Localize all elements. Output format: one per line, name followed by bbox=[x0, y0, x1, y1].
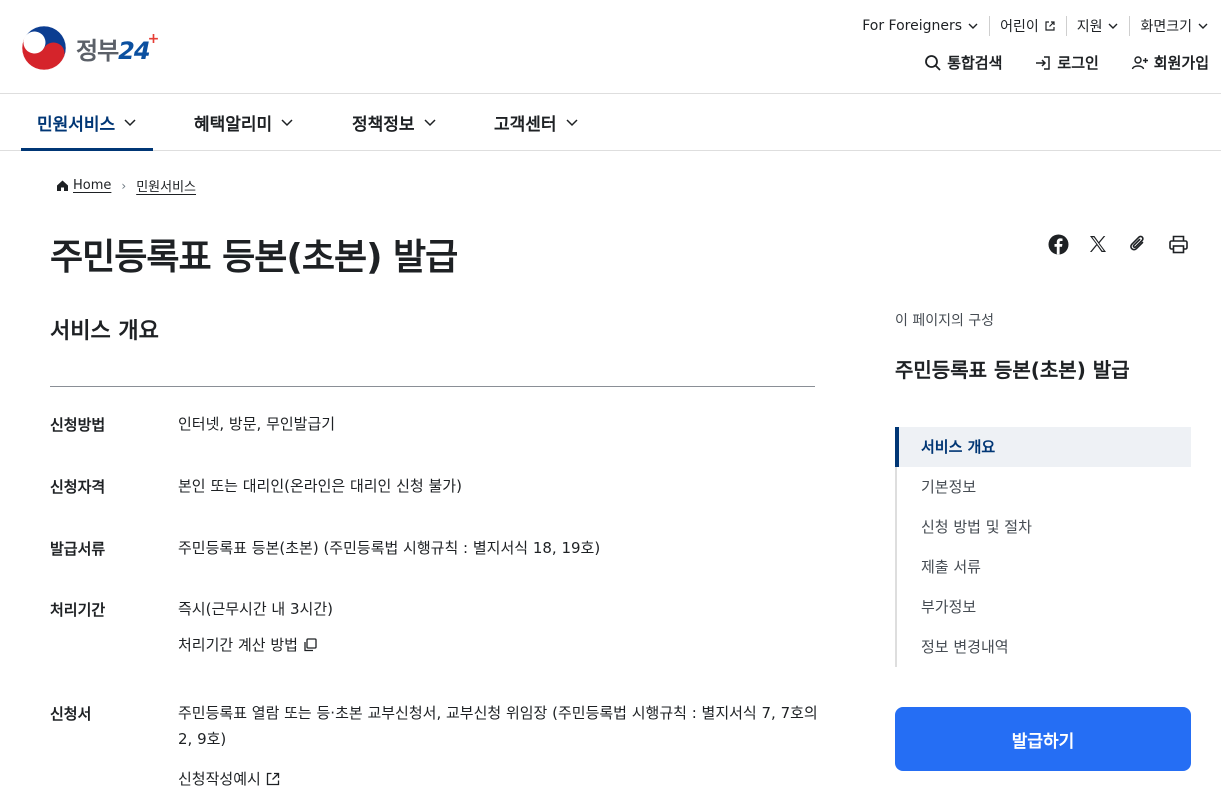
toc-item-documents[interactable]: 제출 서류 bbox=[897, 547, 1191, 587]
link-clip-icon bbox=[1130, 235, 1144, 251]
facebook-share-button[interactable] bbox=[1047, 233, 1069, 255]
info-label: 발급서류 bbox=[50, 540, 106, 558]
taegeuk-logo-icon bbox=[21, 25, 67, 71]
utility-links: For Foreigners 어린이 지원 화면크기 bbox=[852, 16, 1209, 36]
popup-window-icon bbox=[304, 638, 317, 652]
chevron-down-icon bbox=[124, 119, 136, 127]
login-button[interactable]: 로그인 bbox=[1034, 52, 1099, 73]
login-icon bbox=[1036, 55, 1051, 70]
issue-button[interactable]: 발급하기 bbox=[895, 707, 1191, 771]
x-icon bbox=[1090, 236, 1106, 252]
print-icon bbox=[1168, 235, 1188, 253]
gnb-benefit-alert[interactable]: 혜택알리미 bbox=[194, 94, 294, 150]
info-value: 인터넷, 방문, 무인발급기 bbox=[178, 415, 336, 433]
toc-item-change-history[interactable]: 정보 변경내역 bbox=[897, 627, 1191, 667]
service-overview-title: 서비스 개요 bbox=[50, 319, 159, 344]
integrated-search-button[interactable]: 통합검색 bbox=[924, 52, 1002, 73]
home-icon bbox=[57, 180, 68, 191]
toc-item-additional-info[interactable]: 부가정보 bbox=[897, 587, 1191, 627]
page-toc: 서비스 개요 기본정보 신청 방법 및 절차 제출 서류 부가정보 정보 변경내… bbox=[895, 427, 1191, 667]
info-label: 신청방법 bbox=[50, 416, 106, 434]
gnb-policy-info[interactable]: 정책정보 bbox=[352, 94, 437, 150]
copy-link-button[interactable] bbox=[1127, 233, 1149, 255]
info-label: 처리기간 bbox=[50, 601, 106, 619]
logo-text: 정부24+ bbox=[76, 30, 159, 65]
user-plus-icon bbox=[1131, 55, 1148, 69]
header-actions: 통합검색 로그인 회원가입 bbox=[892, 52, 1209, 73]
info-label: 신청자격 bbox=[50, 478, 106, 496]
toc-title: 주민등록표 등본(초본) 발급 bbox=[895, 358, 1130, 382]
toc-caption: 이 페이지의 구성 bbox=[895, 313, 995, 329]
info-value: 즉시(근무시간 내 3시간) bbox=[178, 600, 333, 618]
chevron-right-icon: › bbox=[121, 178, 127, 193]
kids-link[interactable]: 어린이 bbox=[989, 16, 1066, 36]
processing-period-calc-link[interactable]: 처리기간 계산 방법 bbox=[178, 632, 318, 658]
info-value: 본인 또는 대리인(온라인은 대리인 신청 불가) bbox=[178, 477, 462, 495]
x-share-button[interactable] bbox=[1087, 233, 1109, 255]
breadcrumb-current-link[interactable]: 민원서비스 bbox=[136, 176, 196, 195]
screen-size-menu[interactable]: 화면크기 bbox=[1129, 16, 1209, 36]
gov24-logo[interactable]: 정부24+ bbox=[20, 24, 159, 72]
application-example-link[interactable]: 신청작성예시 bbox=[178, 766, 281, 791]
toc-item-basic-info[interactable]: 기본정보 bbox=[897, 467, 1191, 507]
info-value: 주민등록표 열람 또는 등·초본 교부신청서, 교부신청 위임장 (주민등록법 … bbox=[178, 704, 818, 748]
for-foreigners-link[interactable]: For Foreigners bbox=[852, 16, 989, 36]
breadcrumb: Home › 민원서비스 bbox=[56, 176, 196, 195]
facebook-icon bbox=[1048, 234, 1068, 254]
chevron-down-icon bbox=[281, 119, 293, 127]
site-header: 정부24+ For Foreigners 어린이 지원 화면크기 통합검색 로그… bbox=[0, 0, 1221, 94]
search-icon bbox=[925, 54, 941, 71]
gnb-customer-center[interactable]: 고객센터 bbox=[494, 94, 579, 150]
share-tools bbox=[1029, 233, 1189, 255]
chevron-down-icon bbox=[566, 119, 578, 127]
print-button[interactable] bbox=[1167, 233, 1189, 255]
chevron-down-icon bbox=[1108, 23, 1118, 29]
breadcrumb-home-link[interactable]: Home bbox=[73, 178, 111, 193]
external-link-icon bbox=[1045, 21, 1055, 31]
global-navigation: 민원서비스 혜택알리미 정책정보 고객센터 bbox=[0, 94, 1221, 151]
toc-item-procedure[interactable]: 신청 방법 및 절차 bbox=[897, 507, 1191, 547]
section-divider bbox=[50, 386, 815, 387]
page-title: 주민등록표 등본(초본) 발급 bbox=[50, 237, 458, 278]
gnb-civil-service[interactable]: 민원서비스 bbox=[21, 94, 154, 151]
toc-item-service-overview[interactable]: 서비스 개요 bbox=[895, 427, 1191, 467]
chevron-down-icon bbox=[968, 23, 978, 29]
sign-up-button[interactable]: 회원가입 bbox=[1131, 52, 1209, 73]
info-label: 신청서 bbox=[50, 705, 92, 723]
info-value-group: 주민등록표 열람 또는 등·초본 교부신청서, 교부신청 위임장 (주민등록법 … bbox=[178, 700, 818, 791]
info-value-group: 즉시(근무시간 내 3시간) 처리기간 계산 방법 bbox=[178, 596, 818, 658]
chevron-down-icon bbox=[424, 119, 436, 127]
external-link-icon bbox=[266, 772, 279, 786]
info-value: 주민등록표 등본(초본) (주민등록법 시행규칙 : 별지서식 18, 19호) bbox=[178, 539, 601, 557]
support-menu[interactable]: 지원 bbox=[1065, 16, 1130, 36]
chevron-down-icon bbox=[1198, 23, 1208, 29]
